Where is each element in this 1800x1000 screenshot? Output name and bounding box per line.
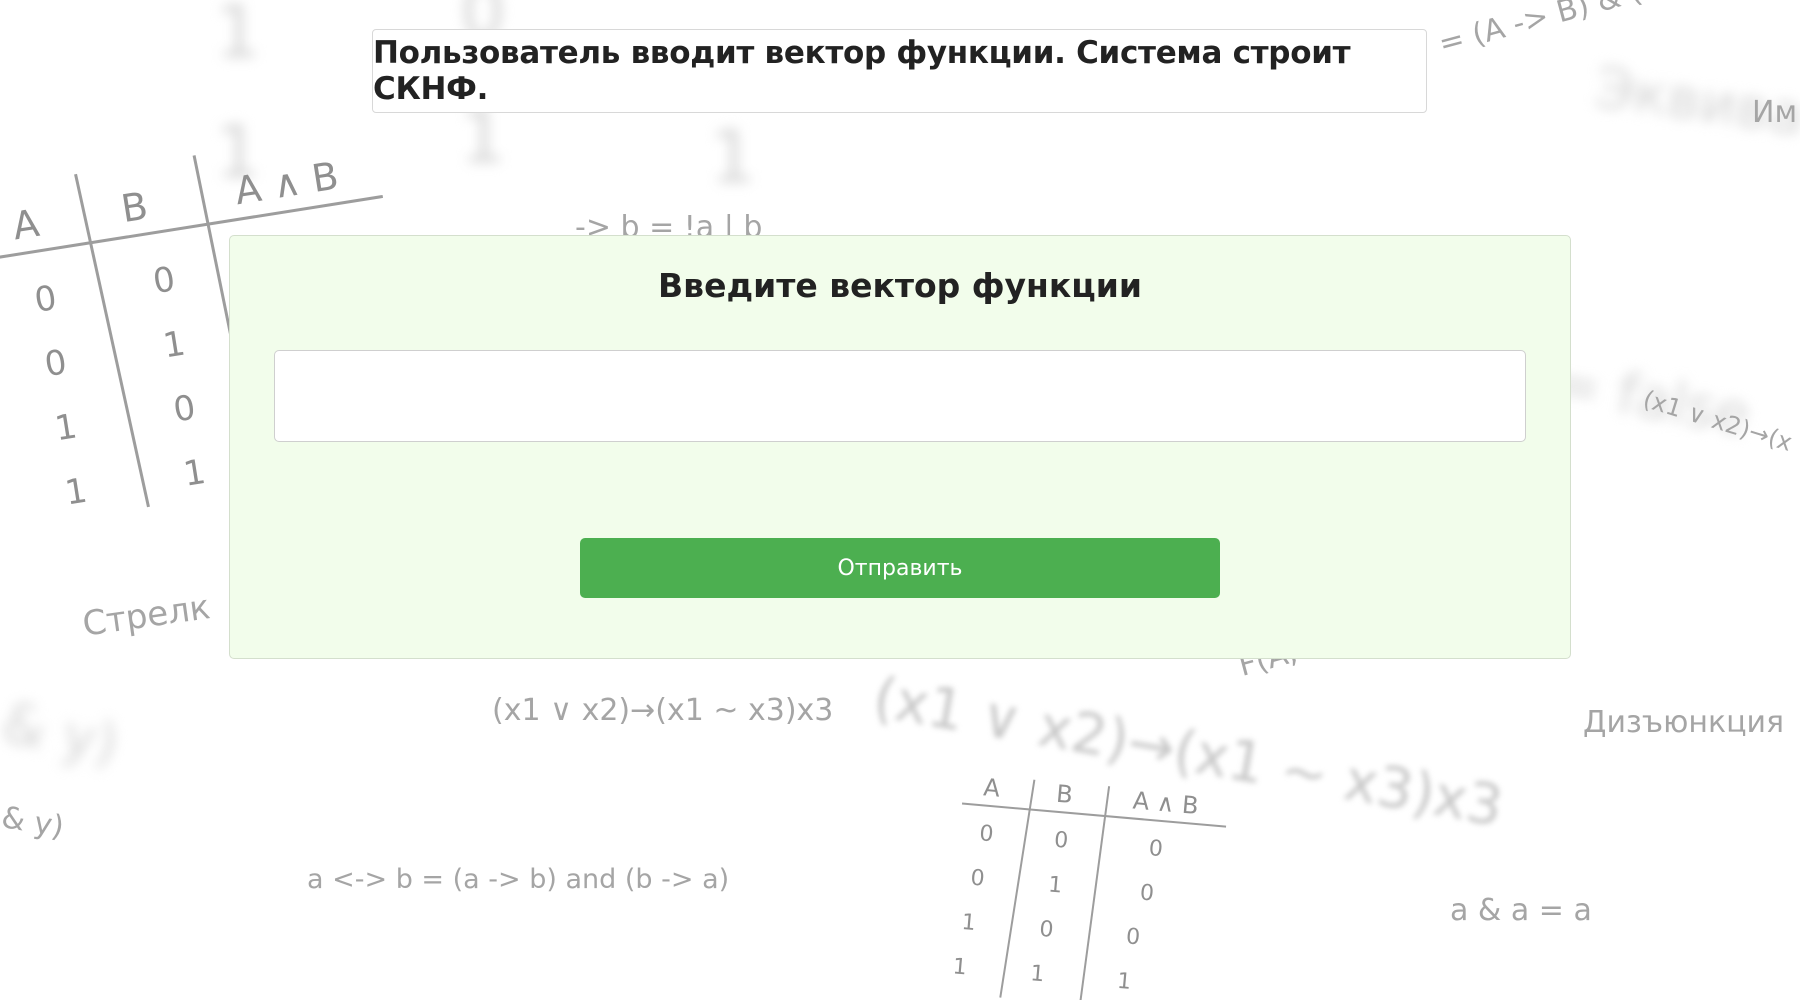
table-cell: 0 xyxy=(969,866,985,892)
function-vector-input[interactable] xyxy=(274,350,1526,442)
table-cell: 0 xyxy=(171,388,199,431)
table-cell: 0 xyxy=(42,342,70,385)
table-header: A ∧ B xyxy=(1132,786,1200,820)
table-cell: 1 xyxy=(1029,961,1045,987)
table-cell: 0 xyxy=(1139,880,1155,906)
bg-formula-top-right: = (A -> B) & (B xyxy=(1435,0,1666,62)
submit-button[interactable]: Отправить xyxy=(580,538,1220,598)
bg-and-y-blur: & y) xyxy=(0,690,124,778)
table-header: B xyxy=(118,184,151,232)
bg-and-y: & y) xyxy=(0,800,67,846)
bg-arrow-label: Стрелк xyxy=(80,587,213,645)
table-header: A xyxy=(982,773,1001,802)
table-cell: 0 xyxy=(1148,836,1164,862)
table-cell: 0 xyxy=(32,278,60,321)
table-cell: 1 xyxy=(1047,872,1063,898)
page-header: Пользователь вводит вектор функции. Сист… xyxy=(372,29,1427,113)
table-cell: 1 xyxy=(952,954,968,980)
bg-disjunction: Дизъюнкция xyxy=(1583,705,1785,740)
bg-blurred-digit: 1 xyxy=(215,0,261,74)
page-title: Пользователь вводит вектор функции. Сист… xyxy=(373,35,1351,107)
table-cell: 0 xyxy=(1125,924,1141,950)
vector-form: Введите вектор функции Отправить xyxy=(229,235,1571,659)
table-cell: 0 xyxy=(978,821,994,847)
table-header: B xyxy=(1055,780,1074,809)
bg-truth-table-bottom: A B A ∧ B 0 0 0 0 1 0 1 0 0 1 1 1 xyxy=(950,770,1230,1000)
table-cell: 1 xyxy=(62,471,90,514)
bg-blurred-digit: 1 xyxy=(710,115,756,199)
bg-equivalence-formula: a <-> b = (a -> b) and (b -> a) xyxy=(307,864,730,895)
form-heading: Введите вектор функции xyxy=(658,266,1142,305)
table-header: A xyxy=(10,201,43,249)
bg-text-im: Им xyxy=(1752,95,1798,130)
table-cell: 1 xyxy=(52,406,80,449)
table-cell: 1 xyxy=(1116,969,1132,995)
bg-formula-mid: (x1 ∨ x2)→(x1 ~ x3)x3 xyxy=(492,693,834,728)
table-cell: 0 xyxy=(1038,917,1054,943)
table-cell: 1 xyxy=(181,452,209,495)
table-cell: 0 xyxy=(150,259,178,302)
bg-idempotence-formula: a & a = a xyxy=(1450,893,1592,928)
table-cell: 1 xyxy=(961,910,977,936)
table-cell: 0 xyxy=(1053,828,1069,854)
table-cell: 1 xyxy=(160,323,188,366)
